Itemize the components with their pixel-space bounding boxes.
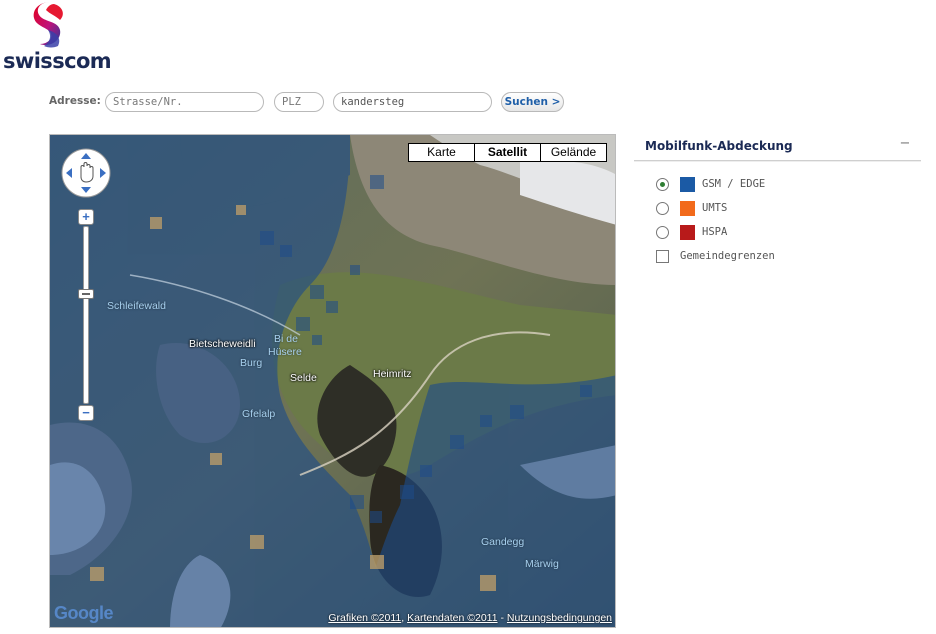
place-label-schleifewald: Schleifewald [107,300,166,312]
place-label-bi-de: Bi de [274,333,298,345]
legend-item-gemeindegrenzen[interactable]: Gemeindegrenzen [656,248,856,264]
hspa-color-swatch [680,225,695,240]
attribution-separator: - [500,612,504,624]
kartendaten-link[interactable]: Kartendaten ©2011 [407,612,497,624]
legend-panel-header[interactable]: Mobilfunk-Abdeckung − [634,134,921,161]
place-label-gfelalp: Gfelalp [242,408,276,420]
gemeindegrenzen-label: Gemeindegrenzen [680,250,775,262]
nutzungsbedingungen-link[interactable]: Nutzungsbedingungen [507,612,612,624]
coverage-map[interactable]: Karte Satellit Gelände + − Schleifewald … [49,134,616,628]
plz-input[interactable]: PLZ [274,92,324,112]
umts-color-swatch [680,201,695,216]
place-label-selde: Selde [290,372,317,384]
zoom-slider-track[interactable] [83,226,89,404]
gsm-edge-color-swatch [680,177,695,192]
collapse-icon[interactable]: − [898,137,912,152]
place-label-gandegg: Gandegg [481,536,525,548]
gsm-edge-radio[interactable] [656,178,669,191]
place-label-husere: Hüsere [268,346,302,358]
place-label-marwig: Märwig [525,558,559,570]
satellite-map-image [50,135,615,627]
map-type-satellit-button[interactable]: Satellit [474,143,541,162]
hspa-radio[interactable] [656,226,669,239]
map-type-gelaende-button[interactable]: Gelände [540,143,607,162]
street-input[interactable]: Strasse/Nr. [105,92,264,112]
zoom-in-button[interactable]: + [78,209,94,225]
address-label: Adresse: [49,95,101,107]
logo-text: swisscom [3,49,112,73]
city-input[interactable]: kandersteg [333,92,492,112]
pan-control-icon[interactable] [60,147,112,199]
swisscom-logo[interactable]: swisscom [0,0,112,78]
grafiken-link[interactable]: Grafiken ©2011 [328,612,401,624]
place-label-heimritz: Heimritz [373,368,412,380]
zoom-slider-handle[interactable] [78,289,94,299]
legend-item-gsm-edge[interactable]: GSM / EDGE [656,176,856,192]
umts-label: UMTS [702,202,728,214]
legend-title: Mobilfunk-Abdeckung [645,139,793,153]
umts-radio[interactable] [656,202,669,215]
swisscom-logo-mark-icon [33,2,63,48]
zoom-out-button[interactable]: − [78,405,94,421]
place-label-burg: Burg [240,357,263,369]
map-attribution: Grafiken ©2011, Kartendaten ©2011 - Nutz… [328,612,612,624]
hspa-label: HSPA [702,226,728,238]
legend-item-hspa[interactable]: HSPA [656,224,856,240]
gsm-edge-label: GSM / EDGE [702,178,766,190]
coverage-legend-panel: Mobilfunk-Abdeckung − GSM / EDGE UMTS HS… [634,134,921,274]
legend-item-umts[interactable]: UMTS [656,200,856,216]
google-logo[interactable]: Google [54,603,114,624]
map-type-control: Karte Satellit Gelände [408,143,607,162]
address-search-bar: Adresse: Strasse/Nr. PLZ kandersteg Such… [49,92,609,112]
map-type-karte-button[interactable]: Karte [408,143,475,162]
place-label-bietscheweidli: Bietscheweidli [189,338,256,350]
search-button[interactable]: Suchen > [501,92,564,112]
gemeindegrenzen-checkbox[interactable] [656,250,669,263]
